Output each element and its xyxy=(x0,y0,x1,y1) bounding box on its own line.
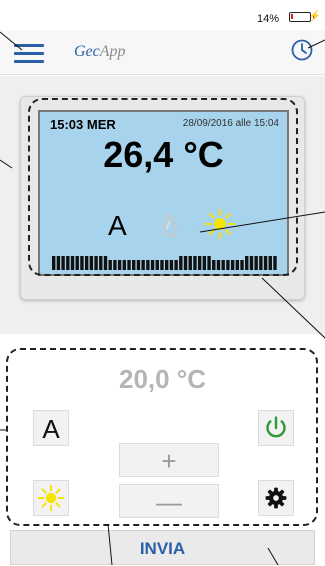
battery-percent: 14% xyxy=(256,13,279,25)
send-button[interactable]: INVIA xyxy=(10,530,315,565)
power-icon xyxy=(266,416,286,438)
battery-level xyxy=(291,14,293,19)
clock-icon[interactable] xyxy=(291,39,313,61)
charging-icon: ⚡ xyxy=(308,11,321,22)
brand-prefix: Gec xyxy=(74,43,100,60)
sun-icon xyxy=(37,484,65,512)
app-brand: GecApp xyxy=(74,43,126,61)
settings-button[interactable] xyxy=(258,480,294,516)
hamburger-menu-icon[interactable] xyxy=(14,44,44,64)
setpoint-temperature: 20,0 °C xyxy=(118,364,206,394)
mode-button[interactable]: A xyxy=(33,410,69,446)
status-bar: 14% ⚡ xyxy=(0,0,325,28)
decrease-button[interactable]: — xyxy=(119,484,219,518)
display-highlight-outline xyxy=(28,98,298,276)
brand-suffix: App xyxy=(99,43,126,60)
app-header: GecApp xyxy=(0,30,325,75)
increase-button[interactable]: + xyxy=(119,443,219,477)
season-button[interactable] xyxy=(33,480,69,516)
power-button[interactable] xyxy=(258,410,294,446)
gear-icon xyxy=(265,487,287,509)
